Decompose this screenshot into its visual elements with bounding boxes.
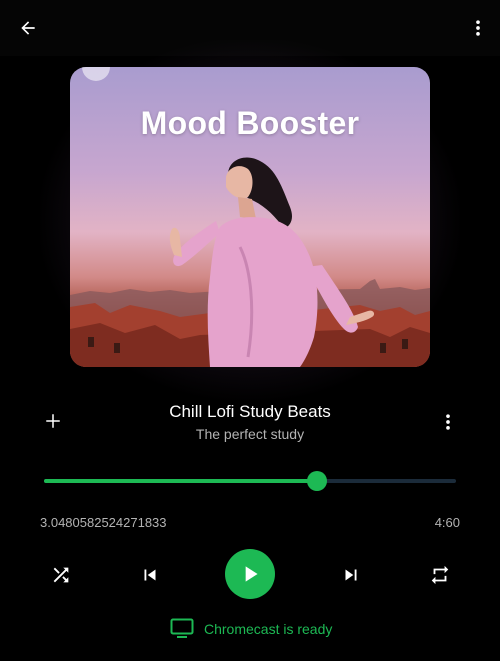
more-vert-icon [446,414,450,430]
previous-track-button[interactable] [137,562,163,588]
tv-icon [170,618,194,638]
skip-next-icon [345,569,357,581]
repeat-icon [431,565,449,585]
elapsed-time: 3.0480582524271833 [40,515,167,530]
shuffle-icon [53,567,69,583]
play-button[interactable] [225,549,275,599]
add-to-library-button[interactable] [40,408,66,434]
album-art-title: Mood Booster [140,105,360,141]
total-time: 4:60 [434,515,460,530]
arrow-left-icon [21,21,35,35]
back-button[interactable] [14,14,42,42]
track-subtitle: The perfect study [195,426,305,442]
chromecast-label: Chromecast is ready [204,621,333,637]
next-track-button[interactable] [338,562,364,588]
plus-icon [46,414,60,428]
seek-bar-progress [44,479,318,483]
more-vert-icon [476,20,480,36]
repeat-button[interactable] [427,562,453,588]
seek-bar-thumb[interactable] [307,471,328,491]
album-art: Mood Booster [70,67,430,367]
track-options-button[interactable] [436,409,460,435]
skip-previous-icon [144,569,156,581]
chromecast-status[interactable]: Chromecast is ready [170,618,332,640]
more-options-button[interactable] [464,14,492,42]
track-title: Chill Lofi Study Beats [169,402,331,421]
play-icon [245,566,258,582]
seek-bar[interactable] [44,471,456,491]
shuffle-button[interactable] [48,562,74,588]
